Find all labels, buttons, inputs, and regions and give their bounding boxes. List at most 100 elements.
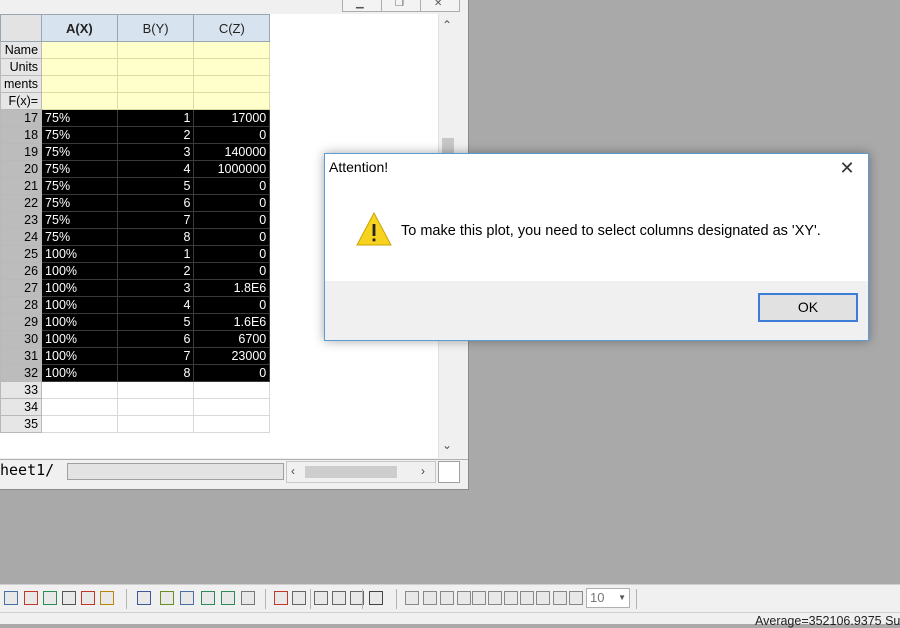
corner-cell[interactable] [0,14,43,42]
scroll-right-icon[interactable]: › [421,464,425,478]
ok-button[interactable]: OK [758,293,858,322]
row-number[interactable]: 18 [0,126,43,144]
stock-icon[interactable] [81,591,95,605]
meta-cell[interactable] [41,41,118,59]
meta-cell[interactable] [193,92,271,110]
meta-cell[interactable] [193,58,271,76]
font-size-select[interactable]: 10 ▼ [586,588,630,608]
align-left-icon[interactable] [405,591,419,605]
graph2-icon[interactable] [221,591,235,605]
cell-c[interactable]: 1000000 [193,160,271,178]
cell-a[interactable]: 75% [41,109,118,127]
edit-icon[interactable] [553,591,567,605]
empty-cell[interactable] [193,415,271,433]
cell-a[interactable]: 100% [41,296,118,314]
align-top-icon[interactable] [440,591,454,605]
select-data-icon[interactable] [137,591,151,605]
dialog-close-button[interactable]: ✕ [836,158,858,178]
cell-a[interactable]: 75% [41,160,118,178]
cell-a[interactable]: 75% [41,211,118,229]
meta-cell[interactable] [116,75,195,93]
cell-c[interactable]: 0 [193,245,271,263]
paint-icon[interactable] [569,591,583,605]
back-icon[interactable] [520,591,534,605]
graph-icon[interactable] [201,591,215,605]
cell-c[interactable]: 0 [193,262,271,280]
meta-row-label[interactable]: F(x)= [0,92,43,110]
restore-button[interactable]: ❐ [381,0,421,12]
3d-icon[interactable] [100,591,114,605]
cell-b[interactable]: 1 [116,245,195,263]
cell-b[interactable]: 4 [116,296,195,314]
resize-grip[interactable] [438,461,460,483]
empty-cell[interactable] [41,381,118,399]
page-icon[interactable] [274,591,288,605]
size-icon[interactable] [536,591,550,605]
tool-icon[interactable] [314,591,328,605]
axis-icon[interactable] [332,591,346,605]
horizontal-scroll-thumb[interactable] [305,466,397,478]
row-number[interactable]: 24 [0,228,43,246]
cell-c[interactable]: 0 [193,211,271,229]
row-number[interactable]: 20 [0,160,43,178]
row-number[interactable]: 28 [0,296,43,314]
sheet-tab[interactable]: heet1/ [0,461,54,479]
column-icon[interactable] [62,591,76,605]
cell-a[interactable]: 75% [41,143,118,161]
column-header-c[interactable]: C(Z) [193,14,271,42]
scroll-down-icon[interactable]: ⌄ [442,438,452,452]
close-window-button[interactable]: ✕ [420,0,460,12]
meta-row-label[interactable]: ments [0,75,43,93]
cell-a[interactable]: 75% [41,194,118,212]
empty-cell[interactable] [116,398,195,416]
front-icon[interactable] [504,591,518,605]
scroll-up-icon[interactable]: ⌃ [442,18,452,32]
empty-cell[interactable] [193,398,271,416]
cell-c[interactable]: 1.8E6 [193,279,271,297]
empty-cell[interactable] [193,381,271,399]
cell-b[interactable]: 8 [116,228,195,246]
row-number[interactable]: 31 [0,347,43,365]
row-number[interactable]: 32 [0,364,43,382]
row-number[interactable]: 19 [0,143,43,161]
grid-icon[interactable] [369,591,383,605]
row-number[interactable]: 29 [0,313,43,331]
merge-icon[interactable] [180,591,194,605]
row-number[interactable]: 23 [0,211,43,229]
meta-cell[interactable] [193,75,271,93]
meta-row-label[interactable]: Units [0,58,43,76]
cell-c[interactable]: 6700 [193,330,271,348]
cell-c[interactable]: 0 [193,194,271,212]
cell-b[interactable]: 6 [116,194,195,212]
cell-c[interactable]: 1.6E6 [193,313,271,331]
cell-a[interactable]: 100% [41,364,118,382]
row-number[interactable]: 26 [0,262,43,280]
cell-a[interactable]: 100% [41,330,118,348]
meta-cell[interactable] [116,41,195,59]
meta-cell[interactable] [116,58,195,76]
row-number[interactable]: 33 [0,381,43,399]
cell-b[interactable]: 5 [116,177,195,195]
empty-cell[interactable] [116,415,195,433]
cell-c[interactable]: 0 [193,177,271,195]
empty-cell[interactable] [41,398,118,416]
layer-icon[interactable] [160,591,174,605]
cell-a[interactable]: 100% [41,262,118,280]
cell-a[interactable]: 75% [41,177,118,195]
box-icon[interactable] [241,591,255,605]
align-h-icon[interactable] [472,591,486,605]
row-number[interactable]: 25 [0,245,43,263]
column-header-b[interactable]: B(Y) [116,14,195,42]
cell-c[interactable]: 0 [193,228,271,246]
cell-c[interactable]: 23000 [193,347,271,365]
cell-b[interactable]: 5 [116,313,195,331]
cell-c[interactable]: 0 [193,296,271,314]
meta-cell[interactable] [41,58,118,76]
cell-b[interactable]: 4 [116,160,195,178]
tab-scroll-area[interactable] [67,463,284,480]
cell-a[interactable]: 100% [41,347,118,365]
empty-cell[interactable] [41,415,118,433]
column-header-a[interactable]: A(X) [41,14,118,42]
cell-b[interactable]: 7 [116,347,195,365]
cell-b[interactable]: 2 [116,262,195,280]
